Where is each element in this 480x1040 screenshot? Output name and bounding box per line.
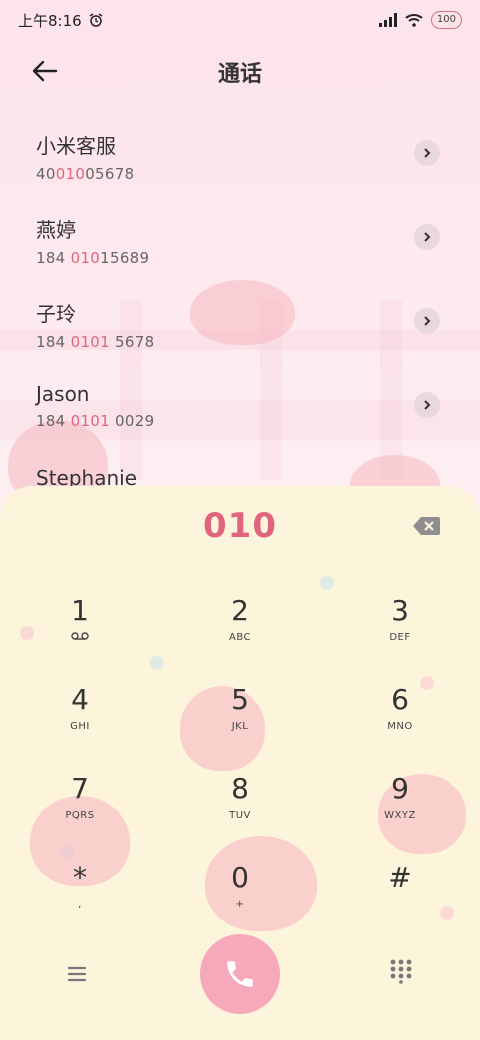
status-time: 上午8:16 (18, 11, 82, 30)
flower-decoration (150, 656, 164, 670)
key-star[interactable]: * , (20, 863, 140, 943)
backspace-icon[interactable] (412, 516, 440, 536)
chevron-right-icon[interactable] (414, 224, 440, 250)
contact-number: 184 01015689 (36, 249, 150, 267)
key-9[interactable]: 9 WXYZ (340, 774, 460, 854)
dialer-actions (0, 934, 480, 1014)
dialpad-panel: 010 1 2 ABC 3 DEF 4 GHI 5 JKL 6 MNO 7 PQ… (0, 486, 480, 1040)
key-hash[interactable]: # (340, 863, 460, 943)
chevron-right-icon[interactable] (414, 140, 440, 166)
key-8[interactable]: 8 TUV (180, 774, 300, 854)
contact-item[interactable]: 子玲 184 0101 5678 (0, 288, 480, 372)
dialpad-icon[interactable] (388, 958, 414, 984)
chevron-right-icon[interactable] (414, 308, 440, 334)
status-bar: 上午8:16 100 (0, 0, 480, 40)
entered-number: 010 (203, 506, 277, 546)
contact-number: 4001005678 (36, 165, 135, 183)
contact-item[interactable]: Jason 184 0101 0029 (0, 372, 480, 456)
contact-item[interactable]: 燕婷 184 01015689 (0, 204, 480, 288)
flower-decoration (320, 576, 334, 590)
key-0[interactable]: 0 + (180, 863, 300, 943)
key-4[interactable]: 4 GHI (20, 685, 140, 765)
voicemail-icon (71, 632, 89, 640)
phone-icon (227, 961, 253, 987)
alarm-icon (89, 13, 103, 27)
key-2[interactable]: 2 ABC (180, 596, 300, 676)
contact-item[interactable]: 小米客服 4001005678 (0, 120, 480, 204)
signal-icon (378, 13, 397, 27)
call-button[interactable] (200, 934, 280, 1014)
key-3[interactable]: 3 DEF (340, 596, 460, 676)
contact-number: 184 0101 5678 (36, 333, 155, 351)
contact-list: 小米客服 4001005678 燕婷 184 01015689 子玲 184 0… (0, 120, 480, 540)
menu-icon[interactable] (64, 962, 90, 986)
header: 通话 (0, 48, 480, 92)
battery-indicator: 100 (430, 11, 462, 29)
key-6[interactable]: 6 MNO (340, 685, 460, 765)
contact-number: 184 0101 0029 (36, 412, 155, 430)
contact-name: Stephanie (36, 466, 138, 490)
wifi-icon (405, 14, 423, 27)
key-1[interactable]: 1 (20, 596, 140, 676)
key-7[interactable]: 7 PQRS (20, 774, 140, 854)
key-5[interactable]: 5 JKL (180, 685, 300, 765)
page-title: 通话 (217, 62, 262, 87)
chevron-right-icon[interactable] (414, 392, 440, 418)
